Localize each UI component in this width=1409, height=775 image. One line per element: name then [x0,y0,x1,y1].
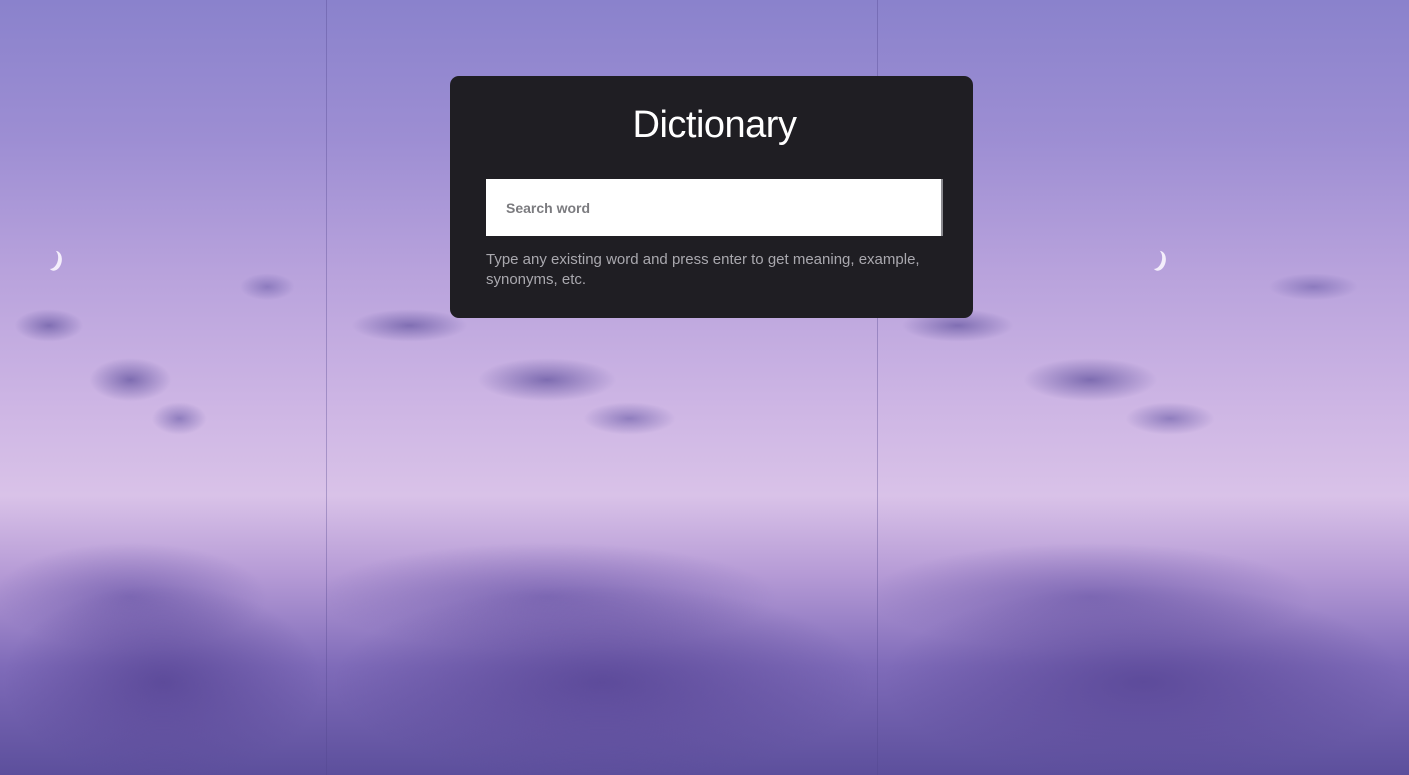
search-input[interactable] [486,179,943,236]
moon-icon [1146,248,1164,270]
background-tile-left [0,0,327,775]
app-title: Dictionary [632,104,797,146]
search-hint: Type any existing word and press enter t… [486,251,920,288]
dictionary-card: Dictionary Type any existing word and pr… [450,76,973,318]
moon-icon [42,248,60,270]
